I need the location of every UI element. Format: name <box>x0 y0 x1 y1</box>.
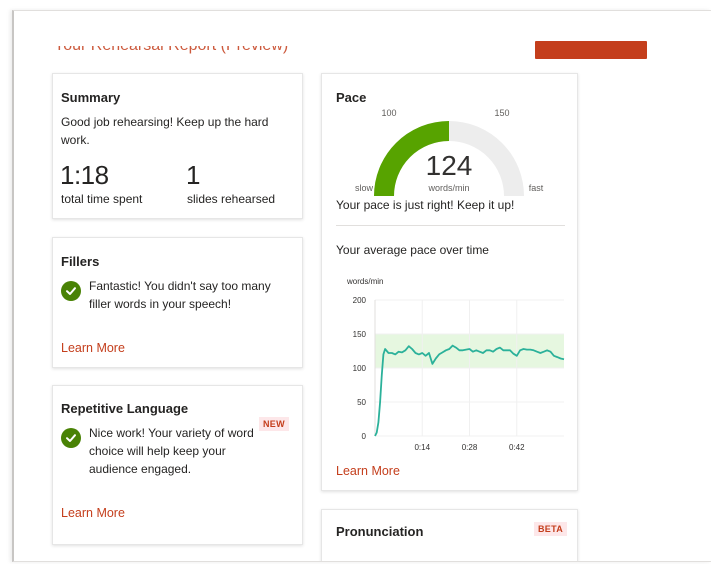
gauge-low-label: 100 <box>381 108 396 118</box>
pronunciation-title: Pronunciation <box>336 524 424 539</box>
fillers-title: Fillers <box>61 254 100 269</box>
fillers-learn-more-link[interactable]: Learn More <box>61 341 125 355</box>
gauge-slow-label: slow <box>355 183 374 193</box>
x-tick-label: 0:28 <box>462 443 478 452</box>
summary-title: Summary <box>61 90 121 105</box>
summary-message: Good job rehearsing! Keep up the hard wo… <box>61 115 269 147</box>
repetitive-learn-more-link[interactable]: Learn More <box>61 506 125 520</box>
slides-value: 1 <box>186 160 200 190</box>
report-title: Your Rehearsal Report (Preview) <box>54 37 289 54</box>
y-tick-label: 200 <box>353 296 367 305</box>
pace-message: Your pace is just right! Keep it up! <box>336 198 515 212</box>
report-window: Your Rehearsal Report (Preview) Summary … <box>12 10 711 562</box>
x-tick-label: 0:14 <box>414 443 430 452</box>
pace-over-time-chart: words/min 0 50 100 150 200 0:14 0:28 0:42 <box>346 277 565 452</box>
fillers-card: Fillers Fantastic! You didn't say too ma… <box>52 237 303 368</box>
gauge-high-label: 150 <box>494 108 509 118</box>
slides-label: slides rehearsed <box>187 192 276 206</box>
checkmark-icon <box>61 428 81 448</box>
pace-divider <box>336 225 565 226</box>
x-tick-label: 0:42 <box>509 443 525 452</box>
new-badge: NEW <box>259 417 289 431</box>
top-action-button[interactable] <box>535 41 647 59</box>
total-time-value: 1:18 <box>60 160 109 190</box>
repetitive-title: Repetitive Language <box>61 401 189 416</box>
checkmark-icon <box>61 281 81 301</box>
gauge-value: 124 <box>426 150 473 181</box>
y-tick-label: 100 <box>353 364 367 373</box>
pace-chart-title: Your average pace over time <box>336 243 489 257</box>
pronunciation-card: Pronunciation BETA <box>321 509 578 561</box>
repetitive-message: Nice work! Your variety of word choice w… <box>89 426 254 476</box>
y-tick-label: 150 <box>353 330 367 339</box>
gauge-unit: words/min <box>427 183 469 193</box>
repetitive-language-card: Repetitive Language NEW Nice work! Your … <box>52 385 303 545</box>
fillers-message: Fantastic! You didn't say too many fille… <box>89 279 271 311</box>
y-tick-label: 50 <box>357 398 366 407</box>
pace-learn-more-link[interactable]: Learn More <box>336 464 400 478</box>
pace-card: Pace 100 150 slow fast 124 words/min You… <box>321 73 578 491</box>
total-time-label: total time spent <box>61 192 143 206</box>
y-tick-label: 0 <box>362 432 367 441</box>
summary-card: Summary Good job rehearsing! Keep up the… <box>52 73 303 219</box>
gauge-fast-label: fast <box>529 183 544 193</box>
beta-badge: BETA <box>534 522 568 536</box>
chart-y-axis-label: words/min <box>346 277 383 286</box>
